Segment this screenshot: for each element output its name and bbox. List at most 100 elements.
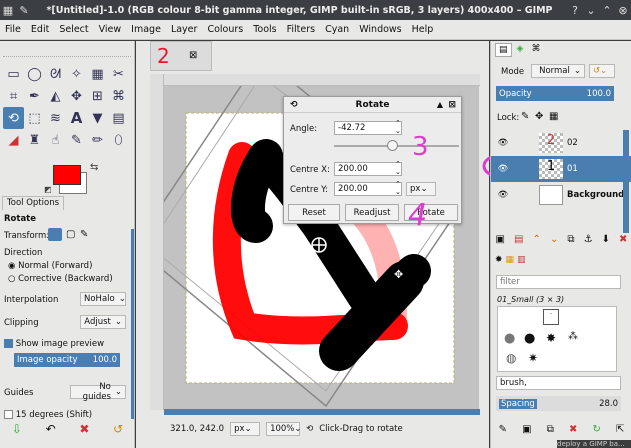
restore-options-icon[interactable]: ↶ (46, 422, 56, 436)
tab-paths-icon[interactable]: ⌘ (528, 43, 543, 57)
by-color-select-icon[interactable]: ▦ (87, 63, 108, 85)
duplicate-brush-icon[interactable]: ⧉ (547, 424, 554, 435)
new-brush-icon[interactable]: ▣ (522, 424, 531, 435)
edit-brush-icon[interactable]: ✎ (499, 424, 507, 435)
warp-icon[interactable]: ⌘ (108, 85, 129, 107)
ellipse-select-icon[interactable]: ◯ (24, 63, 45, 85)
centre-unit-select[interactable]: px ⌄ (406, 182, 436, 196)
eraser-icon[interactable]: ◢ (3, 129, 24, 151)
menu-image[interactable]: Image (126, 24, 166, 35)
layer-opacity-slider[interactable]: Opacity 100.0 (496, 86, 614, 101)
menu-layer[interactable]: Layer (166, 24, 203, 35)
brush-hard-icon[interactable]: ● (524, 331, 535, 346)
menu-file[interactable]: File (0, 24, 26, 35)
scale-icon[interactable]: ⬚ (24, 107, 45, 129)
delete-brush-icon[interactable]: ✖ (569, 424, 577, 435)
menu-cyan[interactable]: Cyan (320, 24, 354, 35)
close-icon[interactable]: ⊗ (615, 4, 631, 17)
smudge-icon[interactable]: ☝ (45, 129, 66, 151)
image-tab[interactable]: 2 ⊠ (150, 41, 212, 71)
brush-splatter-icon[interactable]: ✸ (546, 331, 556, 345)
text-icon[interactable]: A (66, 107, 87, 129)
brush-fuzzy-icon[interactable]: ● (504, 331, 515, 346)
tab-patterns-icon[interactable]: ▦ (506, 255, 515, 265)
angle-spinner-icon[interactable]: ⌃ ⌄ (395, 119, 401, 135)
rotate-tool-icon[interactable]: ⟲ (3, 107, 24, 129)
measure-icon[interactable]: ◭ (45, 85, 66, 107)
close-tab-icon[interactable]: ⊠ (189, 50, 197, 61)
path-icon[interactable]: ⬯ (108, 129, 129, 151)
composite-mode-select[interactable]: ↺⌄ (589, 64, 615, 78)
centre-x-input[interactable]: 200.00 (334, 162, 402, 176)
brush-tag-input[interactable]: brush, (496, 376, 621, 390)
tab-layers-icon[interactable]: ▤ (495, 43, 512, 57)
lock-position-icon[interactable]: ✥ (535, 111, 543, 122)
unit-select[interactable]: px ⌄ (230, 422, 261, 436)
visibility-eye-icon[interactable]: 👁 (491, 190, 515, 200)
maximize-icon[interactable]: ⌃ (599, 4, 615, 17)
transform-layer-icon[interactable] (48, 228, 62, 241)
clone-icon[interactable]: ♜ (24, 129, 45, 151)
scissors-icon[interactable]: ✂ (108, 63, 129, 85)
mode-select[interactable]: Normal ⌄ (531, 64, 585, 78)
brush-star-icon[interactable]: ✷ (528, 351, 538, 365)
layers-scrollbar[interactable] (623, 130, 629, 233)
crop-icon[interactable]: ⌗ (3, 85, 24, 107)
vertical-scrollbar[interactable] (479, 86, 488, 409)
new-group-icon[interactable]: ▤ (514, 234, 523, 245)
minimize-icon[interactable]: ⌄ (583, 4, 599, 17)
layer-row[interactable]: 👁 Background (491, 182, 631, 208)
reset-options-icon[interactable]: ↺ (113, 422, 123, 436)
menu-windows[interactable]: Windows (354, 24, 406, 35)
horizontal-scrollbar[interactable] (164, 409, 480, 415)
pin-icon[interactable]: ✎ (16, 4, 32, 17)
paintbrush-icon[interactable]: ✏ (87, 129, 108, 151)
visibility-eye-icon[interactable]: 👁 (491, 138, 515, 148)
tab-gradients-icon[interactable]: ▥ (517, 255, 526, 265)
show-preview-checkbox[interactable]: Show image preview (4, 339, 130, 349)
layer-name[interactable]: 02 (567, 138, 578, 148)
swap-colors-icon[interactable]: ⇆ (90, 162, 98, 173)
menu-edit[interactable]: Edit (26, 24, 54, 35)
menu-colours[interactable]: Colours (202, 24, 248, 35)
gradient-icon[interactable]: ▤ (108, 107, 129, 129)
raise-layer-icon[interactable]: ⌃ (533, 234, 541, 245)
brush-soft-icon[interactable]: ◍ (506, 351, 516, 365)
new-layer-icon[interactable]: ▣ (496, 234, 505, 245)
rect-select-icon[interactable]: ▭ (3, 63, 24, 85)
centre-y-input[interactable]: 200.00 (334, 182, 402, 196)
duplicate-layer-icon[interactable]: ⧉ (567, 234, 574, 245)
tab-brushes-icon[interactable]: ✸ (495, 255, 503, 265)
default-colors-icon[interactable]: ◩ (44, 185, 52, 194)
brush-spacing-slider[interactable]: Spacing 28.0 (496, 396, 621, 411)
tool-options-scrollbar[interactable] (131, 229, 134, 419)
reset-button[interactable]: Reset (288, 204, 340, 221)
tab-channels-icon[interactable]: ◈ (514, 43, 527, 57)
clipping-select[interactable]: Adjust ⌄ (80, 315, 126, 329)
guides-select[interactable]: No guides ⌄ (70, 382, 126, 402)
merge-layer-icon[interactable]: ⬇ (602, 234, 610, 245)
refresh-brushes-icon[interactable]: ↻ (593, 424, 601, 435)
menu-tools[interactable]: Tools (248, 24, 281, 35)
direction-corrective-radio[interactable]: ○ Corrective (Backward) (8, 274, 134, 284)
brush-texture-icon[interactable]: ⁂ (568, 331, 578, 342)
interpolation-select[interactable]: NoHalo ⌄ (80, 292, 126, 306)
dodge-icon[interactable]: ✎ (66, 129, 87, 151)
centre-x-spinner-icon[interactable]: ⌃ ⌄ (395, 160, 401, 176)
tab-tool-options[interactable]: Tool Options (2, 196, 65, 210)
open-brush-icon[interactable]: ⇱ (616, 424, 624, 435)
menu-help[interactable]: Help (407, 24, 439, 35)
angle-input[interactable]: -42.72 (334, 121, 402, 135)
save-options-icon[interactable]: ⇩ (12, 422, 22, 436)
brush-small-icon[interactable]: · (543, 309, 559, 325)
foreground-color-swatch[interactable] (53, 165, 81, 185)
app-menu-icon[interactable]: ▦ (0, 4, 16, 17)
angle-slider-knob[interactable] (386, 140, 398, 151)
menu-view[interactable]: View (94, 24, 127, 35)
move-icon[interactable]: ✥ (66, 85, 87, 107)
layer-row[interactable]: 👁 2 02 (491, 130, 631, 156)
lock-pixels-icon[interactable]: ✎ (521, 111, 529, 122)
dialog-close-icon[interactable]: ⊠ (448, 100, 456, 110)
direction-normal-radio[interactable]: ◉ Normal (Forward) (8, 261, 134, 271)
transform-selection-icon[interactable]: ▢ (66, 229, 75, 240)
